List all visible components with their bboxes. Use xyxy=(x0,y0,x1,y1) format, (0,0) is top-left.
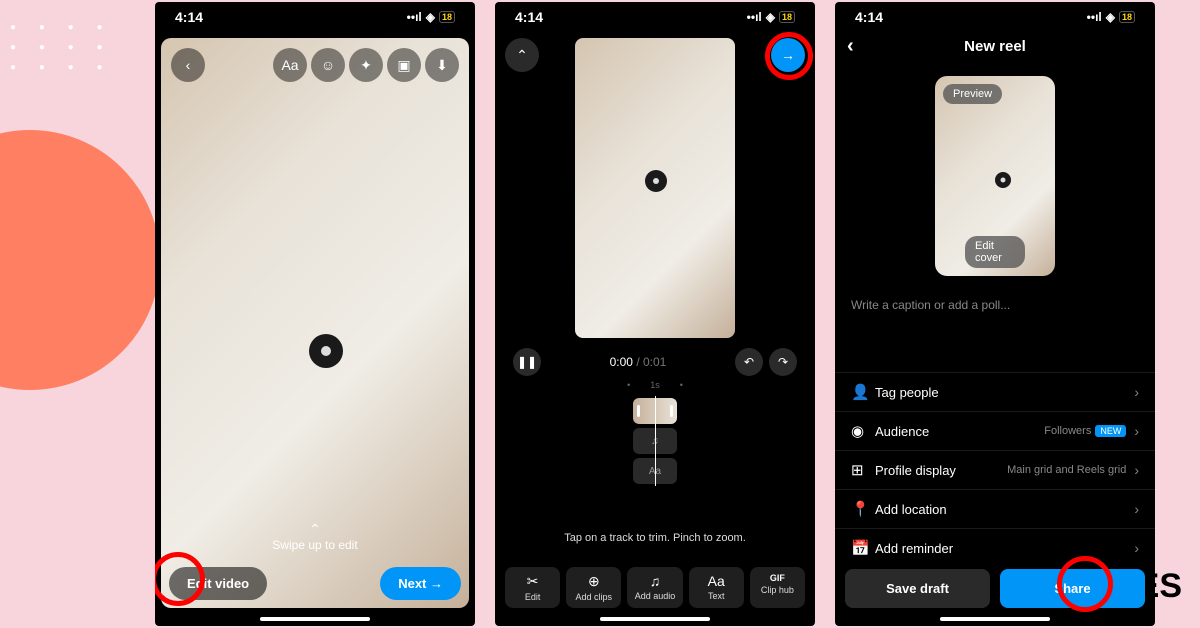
battery-icon: 18 xyxy=(1119,11,1135,23)
edit-cover-button[interactable]: Edit cover xyxy=(965,236,1025,268)
status-icons: ••ıl ◈ 18 xyxy=(747,10,795,24)
next-button[interactable]: Next → xyxy=(380,567,461,600)
phone-screen-2: 4:14 ••ıl ◈ 18 ⌃ → ❚❚ 0:00 / 0:01 ↶ ↷ xyxy=(495,2,815,626)
home-indicator xyxy=(260,617,370,621)
cover-preview[interactable]: Preview Edit cover xyxy=(935,76,1055,276)
status-bar: 4:14 ••ıl ◈ 18 xyxy=(155,2,475,32)
option-add-location[interactable]: 📍Add location› xyxy=(835,489,1155,528)
timeline-ruler: • 1s • xyxy=(495,380,815,390)
collapse-button[interactable]: ⌃ xyxy=(505,38,539,72)
chevron-right-icon: › xyxy=(1134,462,1139,478)
playhead[interactable] xyxy=(655,396,656,486)
download-icon[interactable]: ⬇ xyxy=(425,48,459,82)
status-bar: 4:14 ••ıl ◈ 18 xyxy=(495,2,815,32)
sticker-tool-icon[interactable]: ☺ xyxy=(311,48,345,82)
edit-video-button[interactable]: Edit video xyxy=(169,567,267,600)
options-list: 👤Tag people› ◉AudienceFollowersNEW› ⊞Pro… xyxy=(835,372,1155,567)
bg-decoration-circle xyxy=(0,130,160,390)
wifi-icon: ◈ xyxy=(426,10,435,24)
battery-icon: 18 xyxy=(439,11,455,23)
signal-icon: ••ıl xyxy=(1087,10,1102,24)
tool-edit[interactable]: ✂Edit xyxy=(505,567,560,608)
phone-screen-1: 4:14 ••ıl ◈ 18 ‹ Aa ☺ ✦ ▣ ⬇ ⌃ Sw xyxy=(155,2,475,626)
chevron-right-icon: › xyxy=(1134,384,1139,400)
status-time: 4:14 xyxy=(855,9,883,25)
page-title: New reel xyxy=(964,38,1026,55)
share-button[interactable]: Share xyxy=(1000,569,1145,608)
back-button[interactable]: ‹ xyxy=(847,35,854,58)
preview-badge[interactable]: Preview xyxy=(943,84,1002,104)
effects-tool-icon[interactable]: ✦ xyxy=(349,48,383,82)
status-icons: ••ıl ◈ 18 xyxy=(407,10,455,24)
image-tool-icon[interactable]: ▣ xyxy=(387,48,421,82)
total-time: 0:01 xyxy=(643,355,666,369)
chevron-right-icon: › xyxy=(1134,423,1139,439)
home-indicator xyxy=(600,617,710,621)
text-tool-icon[interactable]: Aa xyxy=(273,48,307,82)
redo-button[interactable]: ↷ xyxy=(769,348,797,376)
text-icon: Aa xyxy=(691,573,742,589)
eye-icon: ◉ xyxy=(851,422,875,440)
swipe-hint: ⌃ Swipe up to edit xyxy=(161,521,469,552)
chevron-right-icon: › xyxy=(1134,501,1139,517)
pause-button[interactable]: ❚❚ xyxy=(513,348,541,376)
toolbar: ✂Edit ⊕Add clips ♫Add audio AaText GIFCl… xyxy=(505,567,805,608)
tool-clip-hub[interactable]: GIFClip hub xyxy=(750,567,805,608)
music-icon: ♫ xyxy=(629,573,680,589)
option-tag-people[interactable]: 👤Tag people› xyxy=(835,372,1155,411)
wifi-icon: ◈ xyxy=(1106,10,1115,24)
status-bar: 4:14 ••ıl ◈ 18 xyxy=(835,2,1155,32)
grid-icon: ⊞ xyxy=(851,461,875,479)
page-header: ‹ New reel xyxy=(835,38,1155,55)
status-icons: ••ıl ◈ 18 xyxy=(1087,10,1135,24)
forward-button[interactable]: → xyxy=(771,38,805,72)
calendar-icon: 📅 xyxy=(851,539,875,557)
swipe-hint-label: Swipe up to edit xyxy=(161,538,469,552)
wifi-icon: ◈ xyxy=(766,10,775,24)
location-icon: 📍 xyxy=(851,500,875,518)
tool-text[interactable]: AaText xyxy=(689,567,744,608)
undo-button[interactable]: ↶ xyxy=(735,348,763,376)
back-button[interactable]: ‹ xyxy=(171,48,205,82)
video-preview: ‹ Aa ☺ ✦ ▣ ⬇ ⌃ Swipe up to edit Edit vid… xyxy=(161,38,469,608)
signal-icon: ••ıl xyxy=(747,10,762,24)
ceiling-light-in-video xyxy=(309,334,343,368)
playback-time: 0:00 / 0:01 xyxy=(610,355,667,369)
video-thumbnail xyxy=(575,38,735,338)
option-audience[interactable]: ◉AudienceFollowersNEW› xyxy=(835,411,1155,450)
trim-hint: Tap on a track to trim. Pinch to zoom. xyxy=(495,532,815,544)
status-time: 4:14 xyxy=(175,9,203,25)
tool-add-clips[interactable]: ⊕Add clips xyxy=(566,567,621,608)
caption-input[interactable]: Write a caption or add a poll... xyxy=(851,298,1139,312)
option-profile-display[interactable]: ⊞Profile displayMain grid and Reels grid… xyxy=(835,450,1155,489)
ceiling-light-in-video xyxy=(995,172,1011,188)
status-time: 4:14 xyxy=(515,9,543,25)
signal-icon: ••ıl xyxy=(407,10,422,24)
add-clip-icon: ⊕ xyxy=(568,573,619,590)
ceiling-light-in-video xyxy=(645,170,667,192)
chevron-up-icon: ⌃ xyxy=(161,521,469,538)
home-indicator xyxy=(940,617,1050,621)
new-badge: NEW xyxy=(1095,425,1126,437)
scissors-icon: ✂ xyxy=(507,573,558,590)
chevron-right-icon: › xyxy=(1134,540,1139,556)
option-add-reminder[interactable]: 📅Add reminder› xyxy=(835,528,1155,567)
gif-icon: GIF xyxy=(752,573,803,583)
bg-decoration-dots: ● ● ● ●● ● ● ●● ● ● ● xyxy=(10,18,113,78)
tool-add-audio[interactable]: ♫Add audio xyxy=(627,567,682,608)
phone-screen-3: 4:14 ••ıl ◈ 18 ‹ New reel Preview Edit c… xyxy=(835,2,1155,626)
person-icon: 👤 xyxy=(851,383,875,401)
current-time: 0:00 xyxy=(610,355,633,369)
battery-icon: 18 xyxy=(779,11,795,23)
save-draft-button[interactable]: Save draft xyxy=(845,569,990,608)
